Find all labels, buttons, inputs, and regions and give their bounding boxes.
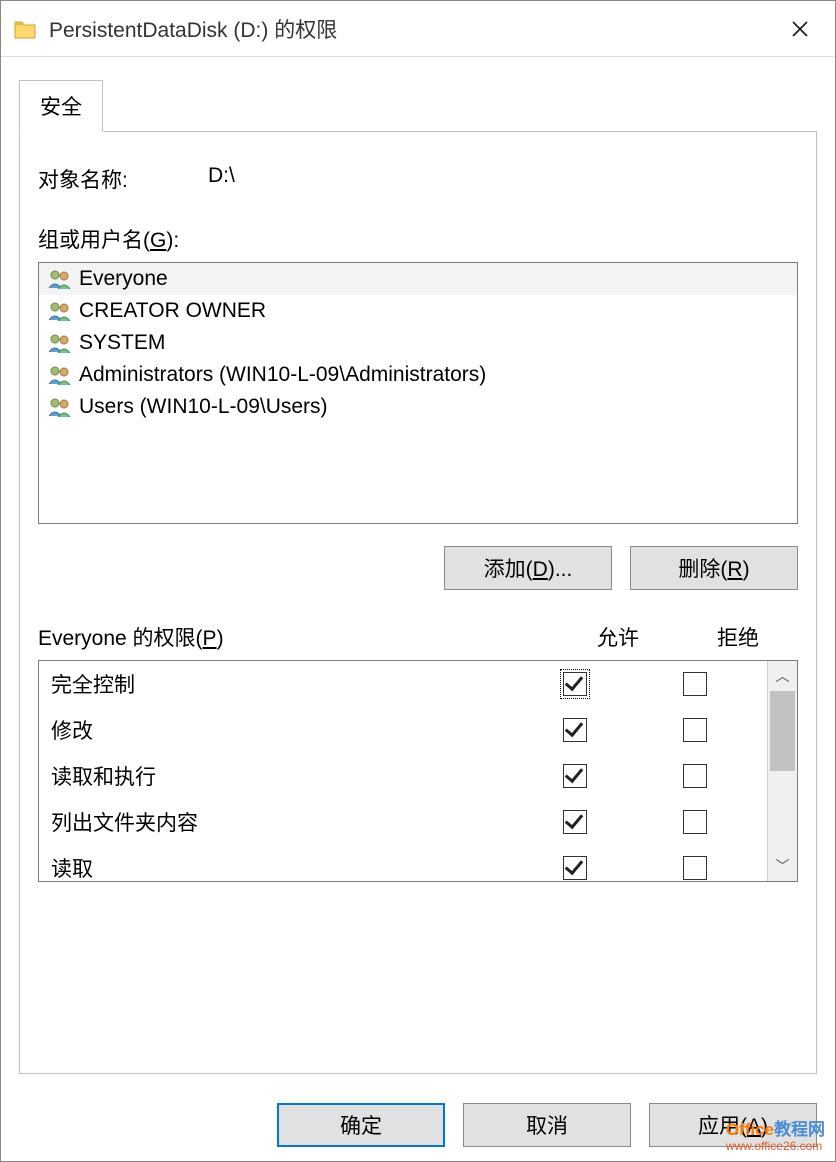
object-name-value: D:\ xyxy=(208,164,235,194)
tab-security[interactable]: 安全 xyxy=(19,80,103,132)
deny-checkbox[interactable] xyxy=(683,718,707,742)
cancel-button[interactable]: 取消 xyxy=(463,1103,631,1147)
security-panel: 对象名称: D:\ 组或用户名(G): Everyone CREATOR OWNE… xyxy=(19,132,817,1074)
list-item[interactable]: CREATOR OWNER xyxy=(39,295,797,327)
add-button[interactable]: 添加(D)... xyxy=(444,546,612,590)
allow-checkbox[interactable] xyxy=(563,764,587,788)
deny-checkbox[interactable] xyxy=(683,810,707,834)
deny-checkbox[interactable] xyxy=(683,764,707,788)
permission-label: 读取和执行 xyxy=(51,761,515,791)
object-name-label: 对象名称: xyxy=(38,164,208,194)
allow-checkbox[interactable] xyxy=(563,856,587,880)
user-listbox[interactable]: Everyone CREATOR OWNER SYSTEM Administrator… xyxy=(38,262,798,524)
permission-row: 完全控制 xyxy=(39,661,767,707)
group-icon xyxy=(47,364,73,386)
allow-column-header: 允许 xyxy=(558,622,678,652)
remove-button[interactable]: 删除(R) xyxy=(630,546,798,590)
permissions-for-label: Everyone 的权限(P) xyxy=(38,622,558,652)
list-item[interactable]: Everyone xyxy=(39,263,797,295)
close-button[interactable] xyxy=(777,11,823,47)
list-item[interactable]: SYSTEM xyxy=(39,327,797,359)
list-item-label: SYSTEM xyxy=(79,331,165,355)
apply-button[interactable]: 应用(A) xyxy=(649,1103,817,1147)
group-icon xyxy=(47,268,73,290)
group-icon xyxy=(47,332,73,354)
group-icon xyxy=(47,396,73,418)
allow-checkbox[interactable] xyxy=(563,810,587,834)
permission-label: 修改 xyxy=(51,715,515,745)
deny-checkbox[interactable] xyxy=(683,672,707,696)
scrollbar[interactable]: ︿ ﹀ xyxy=(767,661,797,881)
list-item-label: CREATOR OWNER xyxy=(79,299,266,323)
permission-row: 读取和执行 xyxy=(39,753,767,799)
list-item[interactable]: Users (WIN10-L-09\Users) xyxy=(39,391,797,423)
deny-column-header: 拒绝 xyxy=(678,622,798,652)
titlebar: PersistentDataDisk (D:) 的权限 xyxy=(1,1,835,57)
permissions-listbox: 完全控制修改读取和执行列出文件夹内容读取 ︿ ﹀ xyxy=(38,660,798,882)
list-item-label: Everyone xyxy=(79,267,168,291)
ok-button[interactable]: 确定 xyxy=(277,1103,445,1147)
folder-icon xyxy=(13,16,37,42)
tab-strip: 安全 xyxy=(19,79,817,132)
scroll-down-icon[interactable]: ﹀ xyxy=(768,851,797,881)
allow-checkbox[interactable] xyxy=(563,672,587,696)
group-users-label: 组或用户名(G): xyxy=(38,224,798,254)
permission-label: 列出文件夹内容 xyxy=(51,807,515,837)
window-title: PersistentDataDisk (D:) 的权限 xyxy=(49,14,337,44)
list-item[interactable]: Administrators (WIN10-L-09\Administrator… xyxy=(39,359,797,391)
permission-label: 读取 xyxy=(51,853,515,881)
permission-row: 列出文件夹内容 xyxy=(39,799,767,845)
deny-checkbox[interactable] xyxy=(683,856,707,880)
permission-row: 修改 xyxy=(39,707,767,753)
scroll-thumb[interactable] xyxy=(770,691,795,771)
scroll-up-icon[interactable]: ︿ xyxy=(768,661,797,691)
list-item-label: Users (WIN10-L-09\Users) xyxy=(79,395,328,419)
group-icon xyxy=(47,300,73,322)
permission-row: 读取 xyxy=(39,845,767,881)
permission-label: 完全控制 xyxy=(51,669,515,699)
list-item-label: Administrators (WIN10-L-09\Administrator… xyxy=(79,363,486,387)
allow-checkbox[interactable] xyxy=(563,718,587,742)
